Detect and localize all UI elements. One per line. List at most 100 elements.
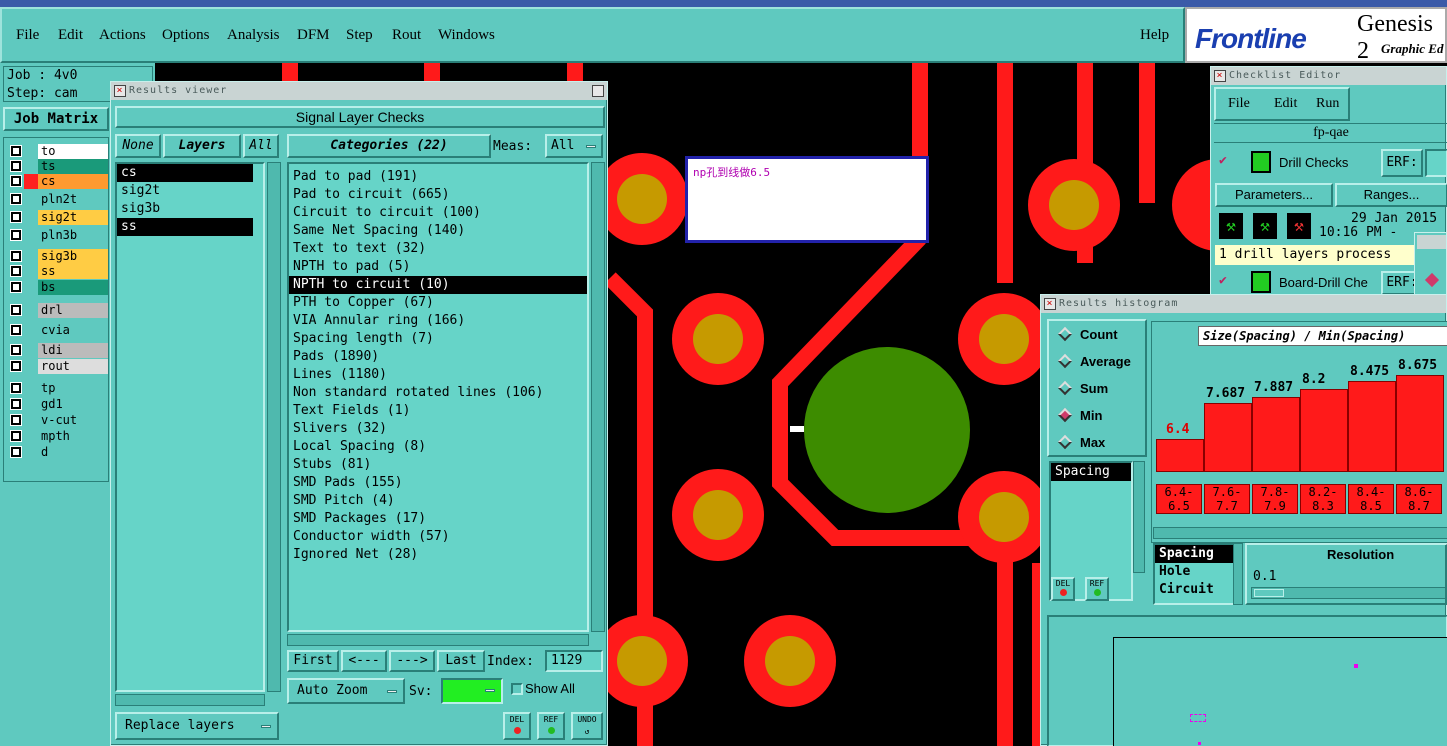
category-item[interactable]: Ignored Net (28) [289, 546, 587, 564]
layer-row[interactable]: d [8, 445, 108, 460]
measure-list-scrollbar[interactable] [1133, 461, 1145, 573]
menu-help[interactable]: Help [1140, 27, 1169, 44]
run-icon[interactable]: ⚒ [1253, 213, 1277, 239]
menu-options[interactable]: Options [162, 27, 210, 44]
radio-icon[interactable] [1424, 272, 1440, 288]
checklist-menu-run[interactable]: Run [1316, 96, 1339, 112]
layer-row[interactable]: tp [8, 381, 108, 396]
category-item[interactable]: Lines (1180) [289, 366, 587, 384]
ref-button[interactable]: REF [537, 712, 565, 740]
category-item[interactable]: Stubs (81) [289, 456, 587, 474]
layer-row[interactable]: pln2t [8, 192, 108, 207]
menu-edit[interactable]: Edit [58, 27, 83, 44]
layer-checkbox[interactable] [10, 160, 22, 172]
measure-item[interactable]: Spacing [1051, 463, 1131, 481]
replace-layers-dropdown[interactable]: Replace layers [115, 712, 279, 740]
category-item[interactable]: Text Fields (1) [289, 402, 587, 420]
menu-dfm[interactable]: DFM [297, 27, 330, 44]
layer-row[interactable]: ldi [8, 343, 108, 358]
ranges-button[interactable]: Ranges... [1335, 183, 1447, 207]
checklist-menu-edit[interactable]: Edit [1274, 96, 1297, 112]
radio-count[interactable]: Count [1057, 326, 1118, 342]
histogram-titlebar[interactable]: × Results histogram [1041, 295, 1446, 313]
large-green-pad[interactable] [804, 347, 970, 513]
category-item[interactable]: SMD Pitch (4) [289, 492, 587, 510]
menu-windows[interactable]: Windows [438, 27, 495, 44]
category-item[interactable]: VIA Annular ring (166) [289, 312, 587, 330]
layer-row[interactable]: bs [8, 280, 108, 295]
layer-checkbox[interactable] [10, 344, 22, 356]
layer-checkbox[interactable] [10, 324, 22, 336]
annotation-note[interactable]: np孔到线做6.5 [685, 156, 929, 243]
close-icon[interactable]: × [1044, 298, 1056, 310]
layer-checkbox[interactable] [10, 304, 22, 316]
layer-row[interactable]: cs [8, 174, 108, 189]
undo-button[interactable]: UNDO ↺ [571, 712, 603, 740]
layer-checkbox[interactable] [10, 281, 22, 293]
categories-scrollbar[interactable] [591, 162, 605, 632]
hist-ref-button[interactable]: REF [1085, 577, 1109, 601]
layer-results-list[interactable]: cs sig2t sig3b ss [115, 162, 265, 692]
categories-hscroll[interactable] [287, 634, 589, 646]
checklist-menu-file[interactable]: File [1228, 96, 1250, 112]
layer-checkbox[interactable] [10, 175, 22, 187]
category-item[interactable]: Text to text (32) [289, 240, 587, 258]
category-item[interactable]: Pad to pad (191) [289, 168, 587, 186]
checkmark-icon[interactable]: ✔ [1219, 273, 1227, 288]
last-button[interactable]: Last [437, 650, 485, 672]
layer-checkbox[interactable] [10, 382, 22, 394]
layer-row[interactable]: gd1 [8, 397, 108, 412]
layer-checkbox[interactable] [10, 446, 22, 458]
erf-field[interactable] [1425, 149, 1447, 177]
parameters-button[interactable]: Parameters... [1215, 183, 1333, 207]
result-layer-item[interactable]: cs [117, 164, 253, 182]
layer-row[interactable]: rout [8, 359, 108, 374]
stop-icon[interactable]: ⚒ [1287, 213, 1311, 239]
job-matrix-button[interactable]: Job Matrix [3, 107, 109, 131]
layer-checkbox[interactable] [10, 229, 22, 241]
radio-max[interactable]: Max [1057, 434, 1105, 450]
menu-analysis[interactable]: Analysis [227, 27, 280, 44]
prev-button[interactable]: <--- [341, 650, 387, 672]
category-item[interactable]: Conductor width (57) [289, 528, 587, 546]
none-button[interactable]: None [115, 134, 161, 158]
category-item[interactable]: Local Spacing (8) [289, 438, 587, 456]
erf-button[interactable]: ERF: [1381, 149, 1423, 177]
sv-color-dropdown[interactable] [441, 678, 503, 704]
histogram-bar[interactable] [1396, 375, 1444, 472]
layer-list-scrollbar[interactable] [267, 162, 281, 692]
del-button[interactable]: DEL [503, 712, 531, 740]
category-item[interactable]: Spacing length (7) [289, 330, 587, 348]
category-item[interactable]: Circuit to circuit (100) [289, 204, 587, 222]
layer-checkbox[interactable] [10, 193, 22, 205]
checkmark-icon[interactable]: ✔ [1219, 153, 1233, 168]
layer-checkbox[interactable] [10, 430, 22, 442]
radio-min[interactable]: Min [1057, 407, 1102, 423]
histogram-bar[interactable] [1204, 403, 1252, 472]
auto-zoom-dropdown[interactable]: Auto Zoom [287, 678, 405, 704]
layer-row[interactable]: v-cut [8, 413, 108, 428]
layer-row[interactable]: ss [8, 264, 108, 279]
attribute-item[interactable]: Circuit [1155, 581, 1237, 599]
show-all-checkbox[interactable] [511, 683, 523, 695]
window-menu-icon[interactable] [592, 85, 604, 97]
histogram-bar[interactable] [1348, 381, 1396, 472]
close-icon[interactable]: × [114, 85, 126, 97]
category-item[interactable]: Slivers (32) [289, 420, 587, 438]
layer-checkbox[interactable] [10, 145, 22, 157]
histogram-attribute-list[interactable]: Spacing Hole Circuit [1153, 543, 1239, 605]
category-item[interactable]: Same Net Spacing (140) [289, 222, 587, 240]
layer-row[interactable]: cvia [8, 323, 108, 338]
window-titlebar[interactable] [1417, 235, 1446, 249]
close-icon[interactable]: × [1214, 70, 1226, 82]
layer-row[interactable]: ts [8, 159, 108, 174]
categories-button[interactable]: Categories (22) [287, 134, 491, 158]
layers-button[interactable]: Layers [163, 134, 241, 158]
run-icon[interactable]: ⚒ [1219, 213, 1243, 239]
category-item[interactable]: Pad to circuit (665) [289, 186, 587, 204]
category-item[interactable]: NPTH to circuit (10) [289, 276, 587, 294]
checklist-titlebar[interactable]: × Checklist Editor [1211, 67, 1446, 85]
first-button[interactable]: First [287, 650, 339, 672]
result-layer-item[interactable]: ss [117, 218, 253, 236]
menu-file[interactable]: File [16, 27, 39, 44]
